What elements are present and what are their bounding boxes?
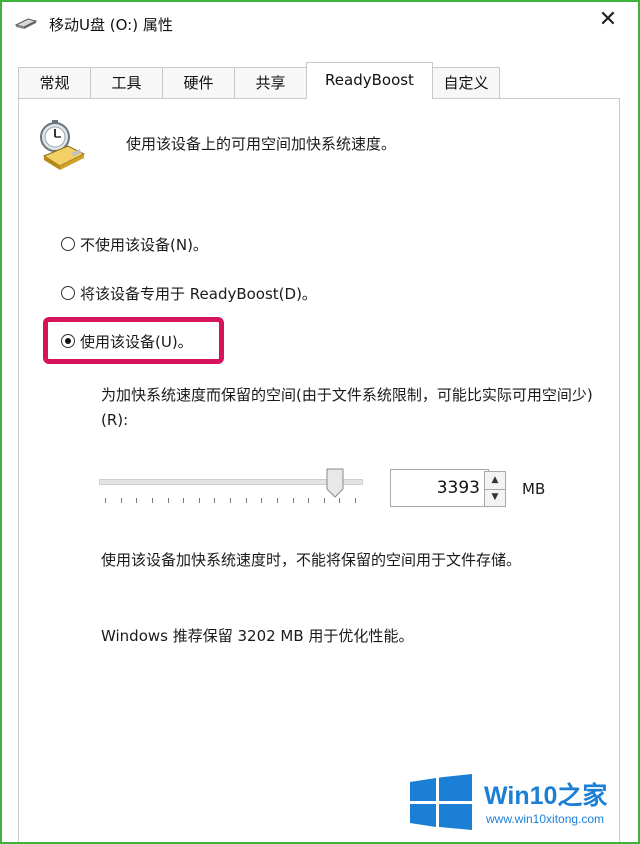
watermark-url: www.win10xitong.com xyxy=(486,812,605,826)
slider-track xyxy=(99,479,363,485)
radio-button[interactable] xyxy=(61,286,75,300)
option-do-not-use[interactable]: 不使用该设备(N)。 xyxy=(61,232,208,256)
slider-tick xyxy=(230,498,231,503)
slider-thumb[interactable] xyxy=(326,468,344,498)
watermark: Win10之家 www.win10xitong.com xyxy=(406,767,640,844)
readyboost-device-icon xyxy=(40,120,86,170)
spin-down-icon[interactable]: ▼ xyxy=(485,489,505,506)
highlight-box xyxy=(43,317,224,364)
drive-icon xyxy=(14,18,38,29)
reserve-space-slider[interactable] xyxy=(99,468,367,508)
title-bar: 移动U盘 (O:) 属性 ✕ xyxy=(2,2,638,44)
tab-hardware[interactable]: 硬件 xyxy=(162,67,235,98)
tab-general[interactable]: 常规 xyxy=(18,67,91,98)
slider-tick xyxy=(136,498,138,503)
slider-tick xyxy=(120,498,122,503)
spin-up-icon[interactable]: ▲ xyxy=(485,472,505,490)
reserve-space-label: 为加快系统速度而保留的空间(由于文件系统限制，可能比实际可用空间少)(R): xyxy=(101,386,593,429)
window-title: 移动U盘 (O:) 属性 xyxy=(49,16,173,34)
slider-tick xyxy=(167,498,169,503)
properties-dialog: 移动U盘 (O:) 属性 ✕ 常规 工具 硬件 共享 ReadyBoost 自定… xyxy=(0,0,640,844)
slider-tick xyxy=(276,498,278,503)
option-dedicate-readyboost[interactable]: 将该设备专用于 ReadyBoost(D)。 xyxy=(61,281,317,305)
recommendation-text: Windows 推荐保留 3202 MB 用于优化性能。 xyxy=(101,627,414,645)
tab-sharing[interactable]: 共享 xyxy=(234,67,307,98)
slider-tick xyxy=(183,498,185,503)
slider-tick xyxy=(151,498,153,503)
option-label: 将该设备专用于 ReadyBoost(D)。 xyxy=(80,284,317,303)
slider-tick xyxy=(198,498,200,503)
option-label: 不使用该设备(N)。 xyxy=(80,235,208,254)
slider-tick xyxy=(355,498,356,503)
tab-readyboost[interactable]: ReadyBoost xyxy=(306,62,433,99)
close-icon: ✕ xyxy=(598,7,618,32)
slider-tick xyxy=(292,498,294,503)
reserve-space-input[interactable]: 3393 xyxy=(390,469,489,507)
slider-tick xyxy=(245,498,247,503)
slider-tick xyxy=(214,498,216,503)
storage-note: 使用该设备加快系统速度时，不能将保留的空间用于文件存储。 xyxy=(101,551,522,569)
tab-strip: 常规 工具 硬件 共享 ReadyBoost 自定义 xyxy=(18,62,618,99)
reserve-space-value[interactable]: 3393 xyxy=(395,470,480,506)
unit-label: MB xyxy=(522,480,546,498)
watermark-brand: Win10之家 xyxy=(484,776,607,812)
close-button[interactable]: ✕ xyxy=(592,4,624,36)
slider-tick xyxy=(105,498,106,503)
tab-tools[interactable]: 工具 xyxy=(90,67,163,98)
windows-logo-icon xyxy=(410,774,472,830)
intro-text: 使用该设备上的可用空间加快系统速度。 xyxy=(126,135,397,153)
watermark-brand-suffix: 之家 xyxy=(557,782,608,810)
slider-tick xyxy=(261,498,263,503)
slider-tick xyxy=(308,498,310,503)
radio-button[interactable] xyxy=(61,237,75,251)
slider-tick xyxy=(323,498,325,503)
spin-buttons: ▲ ▼ xyxy=(484,471,506,507)
tab-customize[interactable]: 自定义 xyxy=(432,67,500,98)
slider-tick xyxy=(339,498,341,503)
watermark-brand-name: Win10 xyxy=(484,782,558,810)
